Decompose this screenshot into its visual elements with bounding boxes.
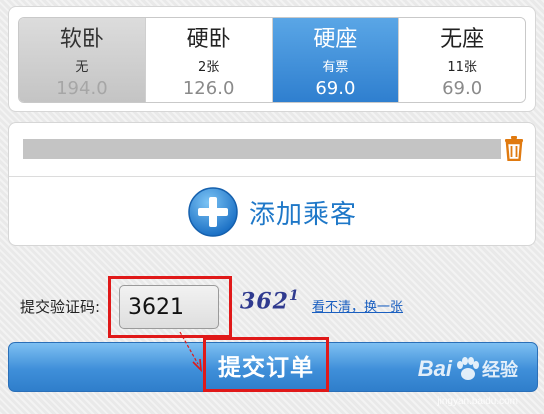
seat-name: 软卧 [59, 27, 104, 52]
seat-price: 126.0 [182, 78, 235, 99]
passenger-info-redacted[interactable] [23, 139, 501, 159]
passenger-card: 添加乘客 [8, 122, 536, 246]
seat-type-card: 软卧 无 194.0 硬卧 2张 126.0 硬座 有票 69.0 无座 11张… [8, 6, 536, 112]
arrow-icon [179, 331, 202, 372]
seat-option-hard-seat[interactable]: 硬座 有票 69.0 [272, 18, 400, 102]
captcha-highlight-box [108, 276, 232, 338]
add-passenger-button[interactable]: 添加乘客 [9, 185, 535, 239]
seat-price: 69.0 [315, 78, 356, 99]
seat-option-no-seat[interactable]: 无座 11张 69.0 [399, 18, 525, 102]
seat-price: 69.0 [442, 78, 483, 99]
watermark-url: jingyan.baidu.com [437, 396, 518, 407]
baidu-jingyan-watermark: Bai 经验 [418, 356, 518, 382]
watermark-brand: Bai [417, 356, 452, 381]
captcha-refresh-link[interactable]: 看不清，换一张 [312, 296, 403, 315]
seat-price: 194.0 [56, 78, 108, 99]
seat-count: 有票 [322, 60, 349, 75]
seat-count: 11张 [447, 60, 477, 75]
divider [9, 176, 535, 177]
seat-option-hard-sleeper[interactable]: 硬卧 2张 126.0 [145, 18, 273, 102]
paw-icon [457, 357, 479, 380]
submit-highlight-box[interactable]: 提交订单 [203, 337, 329, 392]
seat-name: 硬卧 [186, 27, 231, 52]
seat-name: 硬座 [313, 27, 358, 52]
watermark-suffix: 经验 [482, 360, 518, 380]
captcha-image-sup: 1 [288, 288, 300, 304]
plus-circle-icon [188, 187, 238, 237]
seat-type-selector: 软卧 无 194.0 硬卧 2张 126.0 硬座 有票 69.0 无座 11张… [18, 17, 526, 103]
add-passenger-label: 添加乘客 [248, 199, 357, 230]
captcha-input[interactable] [119, 285, 219, 329]
captcha-label: 提交验证码: [20, 298, 101, 316]
submit-order-label: 提交订单 [218, 354, 314, 381]
captcha-image-text: 362 [240, 288, 289, 315]
captcha-image[interactable]: 3621 [240, 288, 300, 314]
seat-option-soft-sleeper[interactable]: 软卧 无 194.0 [19, 18, 146, 102]
seat-name: 无座 [440, 27, 485, 52]
trash-icon[interactable] [503, 135, 525, 161]
seat-count: 2张 [197, 60, 220, 75]
seat-count: 无 [75, 60, 89, 75]
